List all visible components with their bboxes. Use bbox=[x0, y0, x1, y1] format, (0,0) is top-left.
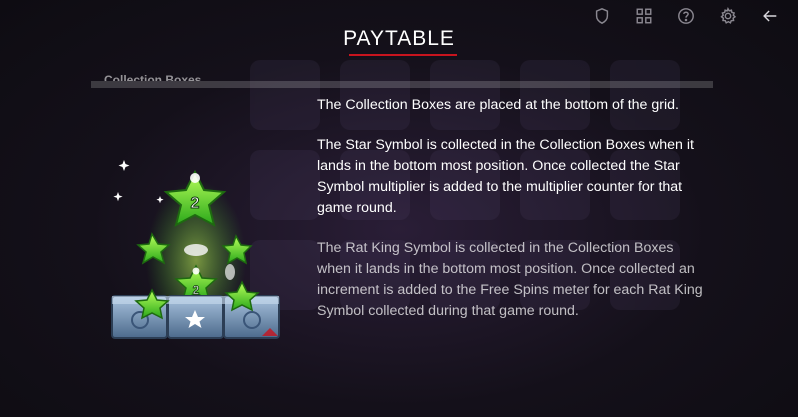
page-title: PAYTABLE bbox=[343, 27, 455, 50]
title-underline bbox=[349, 54, 457, 56]
section-divider bbox=[91, 81, 713, 88]
help-icon[interactable] bbox=[676, 6, 696, 26]
paragraph-star-symbol: The Star Symbol is collected in the Coll… bbox=[317, 137, 694, 216]
gear-icon[interactable] bbox=[718, 6, 738, 26]
back-arrow-icon[interactable] bbox=[760, 6, 780, 26]
paragraph-rat-king-symbol: The Rat King Symbol is collected in the … bbox=[317, 240, 703, 319]
svg-text:2: 2 bbox=[193, 283, 200, 297]
section-heading: Collection Boxes bbox=[104, 73, 202, 81]
svg-text:2: 2 bbox=[191, 195, 200, 212]
collection-boxes-illustration: 2 2 bbox=[100, 150, 300, 350]
description-text: The Collection Boxes are placed at the b… bbox=[317, 95, 707, 341]
paragraph-collection-boxes: The Collection Boxes are placed at the b… bbox=[317, 97, 679, 113]
shield-icon[interactable] bbox=[592, 6, 612, 26]
sparkle-icons bbox=[113, 160, 164, 204]
grid-icon[interactable] bbox=[634, 6, 654, 26]
top-toolbar bbox=[592, 6, 780, 26]
